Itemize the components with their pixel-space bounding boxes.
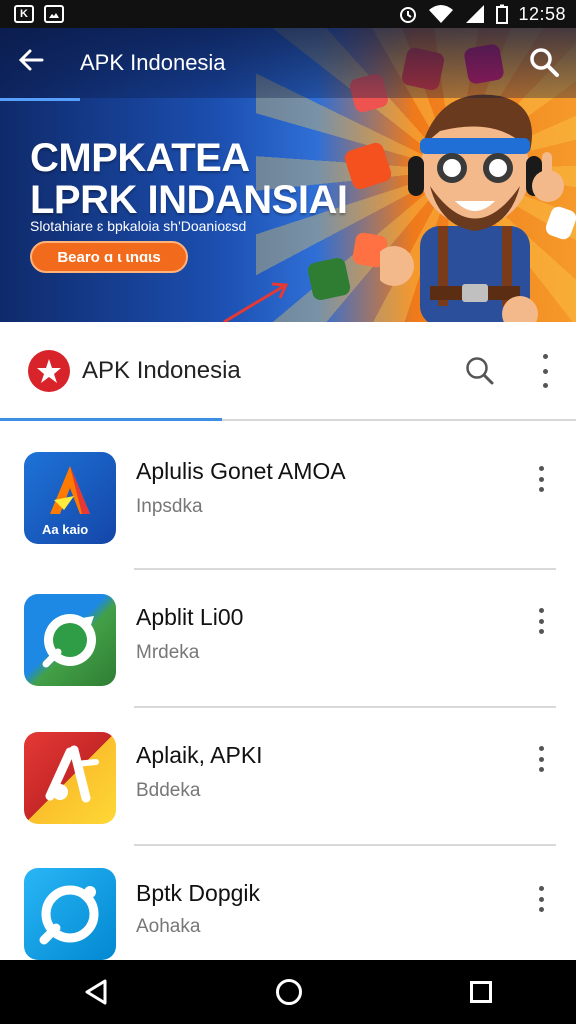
app-name: Aplulis Gonet AMOA xyxy=(136,458,346,484)
status-bar: K 12:58 xyxy=(0,0,576,28)
list-divider xyxy=(134,844,556,846)
banner-toolbar: APK Indonesia xyxy=(0,28,576,98)
back-icon[interactable] xyxy=(83,978,109,1006)
app-name: Apblit Li00 xyxy=(136,604,244,630)
signal-icon xyxy=(466,5,485,23)
system-nav-bar xyxy=(0,960,576,1024)
header-divider xyxy=(222,419,576,421)
item-more-icon[interactable] xyxy=(536,746,546,772)
arrow-decoration xyxy=(223,282,289,322)
app-name: Bptk Dopgik xyxy=(136,880,261,906)
floating-app-icon xyxy=(306,256,352,302)
list-item[interactable]: Aa kaio Aplulis Gonet AMOA Inpsdka xyxy=(0,430,576,568)
brand-logo-icon xyxy=(28,350,70,392)
promo-banner[interactable]: APK Indonesia CMPKATEA LPRK INDANSIAI Sl… xyxy=(0,28,576,322)
app-icon xyxy=(24,868,116,960)
notification-icon: K xyxy=(14,5,34,23)
banner-headline-2: LPRK INDANSIAI xyxy=(30,178,348,222)
alarm-icon xyxy=(400,7,417,23)
list-item[interactable]: Apblit Li00 Mrdeka xyxy=(0,570,576,708)
banner-app-title: APK Indonesia xyxy=(80,50,226,75)
banner-cta-button[interactable]: Bearo ɑ ɩ ɩnɑɩs xyxy=(30,241,188,273)
tab-indicator xyxy=(0,418,222,421)
app-icon xyxy=(24,594,116,686)
item-more-icon[interactable] xyxy=(536,886,546,912)
app-icon xyxy=(24,732,116,824)
battery-icon xyxy=(496,4,509,24)
banner-headline-1: CMPKATEA xyxy=(30,136,250,180)
app-header: APK Indonesia xyxy=(0,322,576,420)
list-item[interactable]: Aplaik, APKI Bddeka xyxy=(0,710,576,848)
list-divider xyxy=(134,706,556,708)
banner-indicator xyxy=(0,98,80,101)
app-icon-label: Aa kaio xyxy=(42,522,89,537)
wifi-icon xyxy=(429,5,454,23)
search-icon[interactable] xyxy=(464,355,496,387)
photo-icon xyxy=(44,5,64,23)
mascot-illustration xyxy=(380,94,564,322)
app-name: Aplaik, APKI xyxy=(136,742,263,768)
header-title: APK Indonesia xyxy=(82,357,241,384)
app-category: Mrdeka xyxy=(136,642,200,663)
app-category: Bddeka xyxy=(136,780,201,801)
banner-subtext: Slotahiare ɛ bpkaloia sh'Doanioɛsd xyxy=(30,218,247,234)
more-options-icon[interactable] xyxy=(540,354,550,388)
app-category: Aohaka xyxy=(136,916,201,937)
recents-icon[interactable] xyxy=(469,980,493,1004)
back-arrow-icon[interactable] xyxy=(18,46,58,80)
app-category: Inpsdka xyxy=(136,496,203,517)
search-icon[interactable] xyxy=(528,46,560,78)
item-more-icon[interactable] xyxy=(536,466,546,492)
status-time: 12:58 xyxy=(518,3,566,24)
home-icon[interactable] xyxy=(275,978,303,1006)
item-more-icon[interactable] xyxy=(536,608,546,634)
